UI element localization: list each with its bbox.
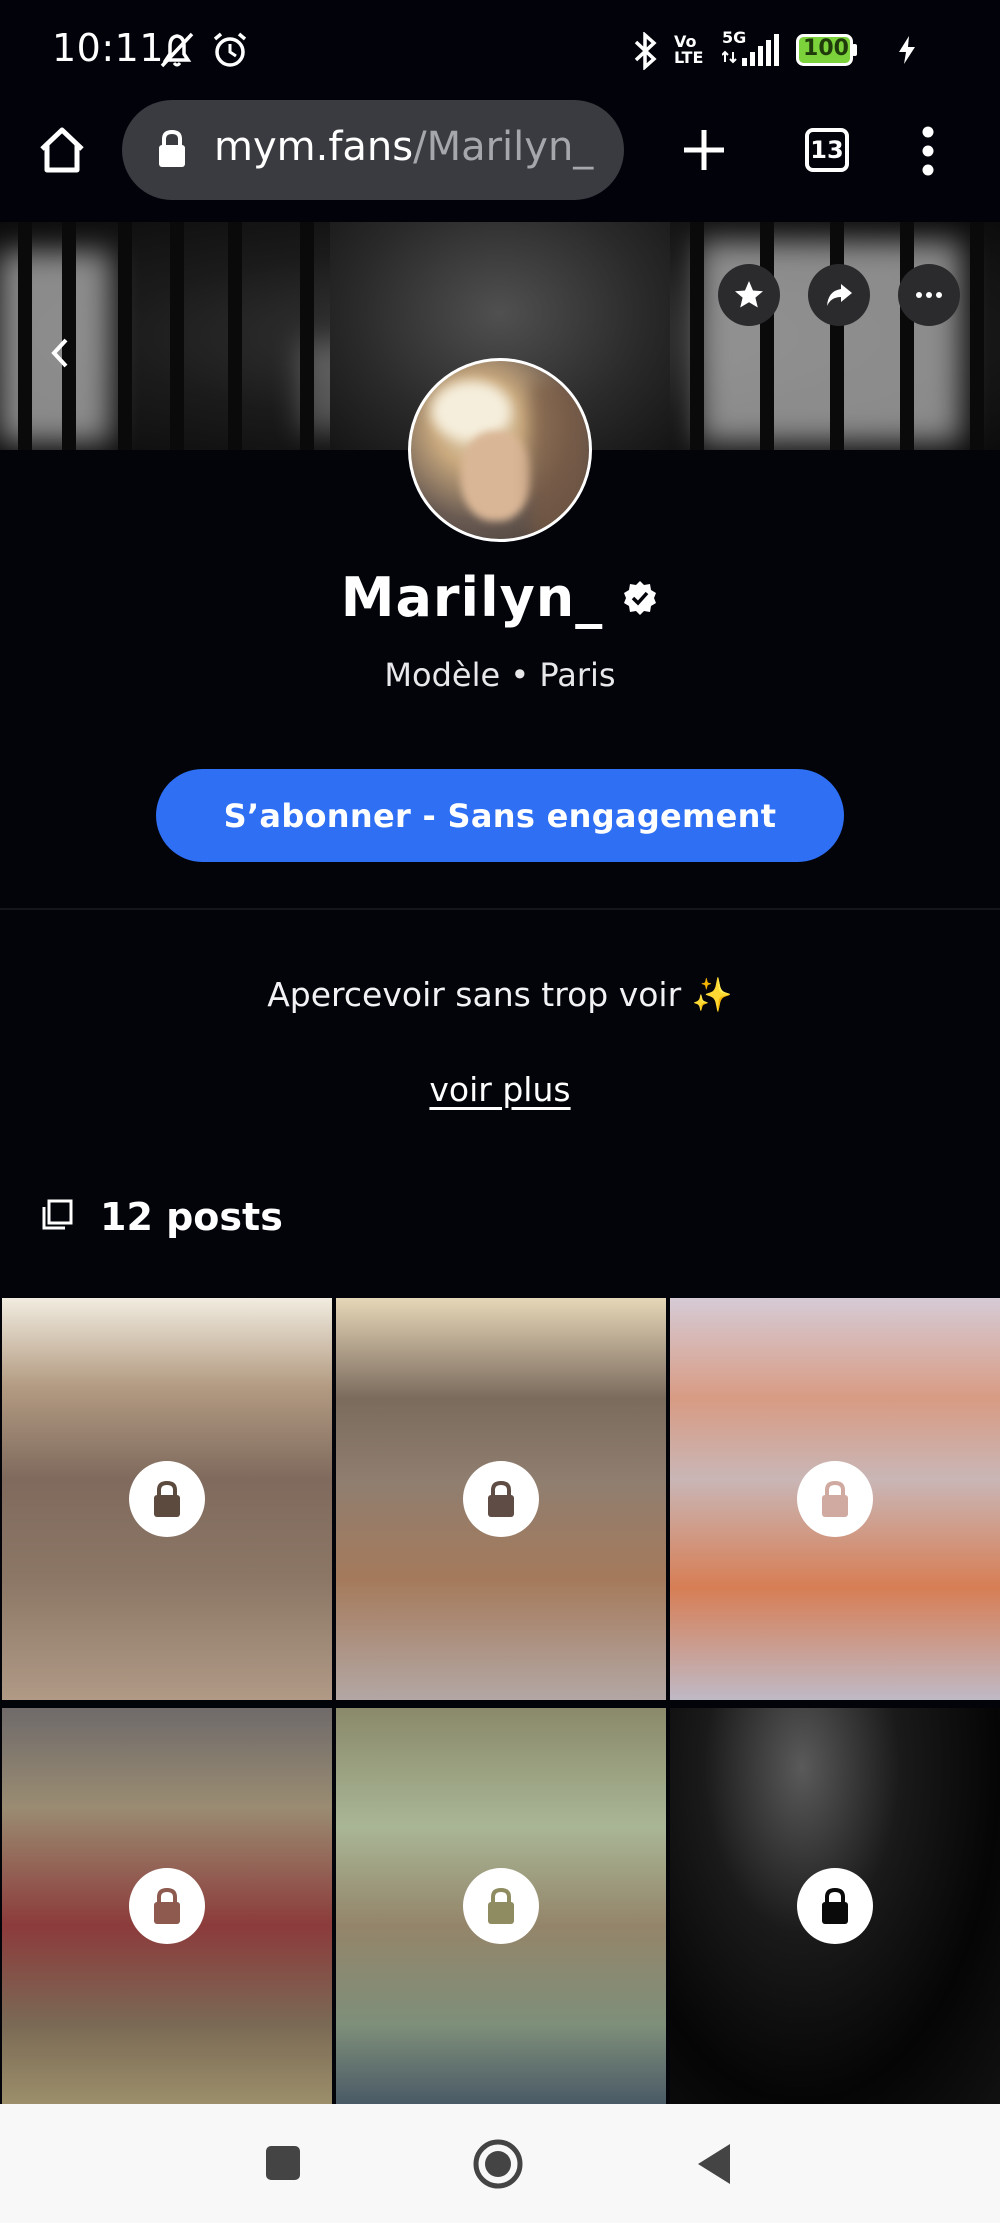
lock-badge: [463, 1868, 539, 1944]
profile-subtitle: Modèle • Paris: [384, 656, 616, 694]
share-arrow-icon: [827, 284, 852, 306]
home-nav-icon[interactable]: [472, 2138, 524, 2194]
star-icon: [735, 281, 763, 308]
system-navigation-bar: [0, 2104, 1000, 2223]
battery-icon: 100: [796, 34, 858, 70]
lock-icon: [156, 128, 188, 174]
url-text: mym.fans/Marilyn_: [214, 124, 593, 170]
locked-post-tile[interactable]: [2, 1708, 332, 2104]
more-profile-options-button[interactable]: [898, 264, 960, 326]
recents-icon[interactable]: [264, 2144, 302, 2186]
padlock-icon: [154, 1887, 180, 1924]
profile-bio: Apercevoir sans trop voir ✨: [267, 975, 733, 1014]
favorite-button[interactable]: [718, 264, 780, 326]
address-bar[interactable]: mym.fans/Marilyn_: [122, 100, 624, 200]
volte-icon: Vo LTE: [674, 32, 704, 67]
home-icon[interactable]: [36, 124, 88, 180]
posts-count: 12 posts: [100, 1195, 283, 1239]
lock-badge: [463, 1461, 539, 1537]
profile-avatar[interactable]: [408, 358, 592, 542]
ellipsis-icon: [916, 292, 942, 298]
locked-post-tile[interactable]: [670, 1708, 1000, 2104]
charging-icon: [896, 34, 918, 70]
more-options-icon[interactable]: [918, 126, 938, 180]
see-more-link[interactable]: voir plus: [0, 1070, 1000, 1109]
clock: 10:11: [52, 26, 165, 70]
bluetooth-icon: [628, 31, 662, 74]
posts-grid: [0, 1298, 1000, 2104]
lock-badge: [797, 1461, 873, 1537]
posts-count-row: 12 posts: [40, 1195, 283, 1239]
posts-icon: [40, 1198, 74, 1236]
back-icon[interactable]: [48, 336, 72, 374]
padlock-icon: [488, 1480, 514, 1517]
padlock-icon: [822, 1887, 848, 1924]
padlock-icon: [154, 1480, 180, 1517]
locked-post-tile[interactable]: [2, 1298, 332, 1700]
locked-post-tile[interactable]: [670, 1298, 1000, 1700]
locked-post-tile[interactable]: [336, 1708, 666, 2104]
locked-post-tile[interactable]: [336, 1298, 666, 1700]
status-bar: 10:11 Vo LTE 5G 100: [0, 0, 1000, 100]
share-button[interactable]: [808, 264, 870, 326]
verified-badge-icon: [621, 579, 659, 617]
profile-name-row: Marilyn_: [0, 566, 1000, 629]
padlock-icon: [822, 1480, 848, 1517]
url-host: mym.fans: [214, 124, 414, 170]
browser-toolbar: mym.fans/Marilyn_ 13: [0, 100, 1000, 222]
mute-notifications-icon: [156, 30, 198, 74]
profile-name: Marilyn_: [340, 566, 604, 629]
back-nav-icon[interactable]: [694, 2142, 734, 2190]
lock-badge: [129, 1461, 205, 1537]
lock-badge: [797, 1868, 873, 1944]
section-divider: [0, 908, 1000, 910]
subscribe-button[interactable]: S’abonner - Sans engagement: [156, 769, 844, 862]
padlock-icon: [488, 1887, 514, 1924]
url-path: /Marilyn_: [413, 124, 594, 170]
new-tab-icon[interactable]: [680, 126, 728, 178]
tab-switcher-button[interactable]: 13: [805, 128, 849, 172]
alarm-icon: [210, 30, 250, 74]
lock-badge: [129, 1868, 205, 1944]
